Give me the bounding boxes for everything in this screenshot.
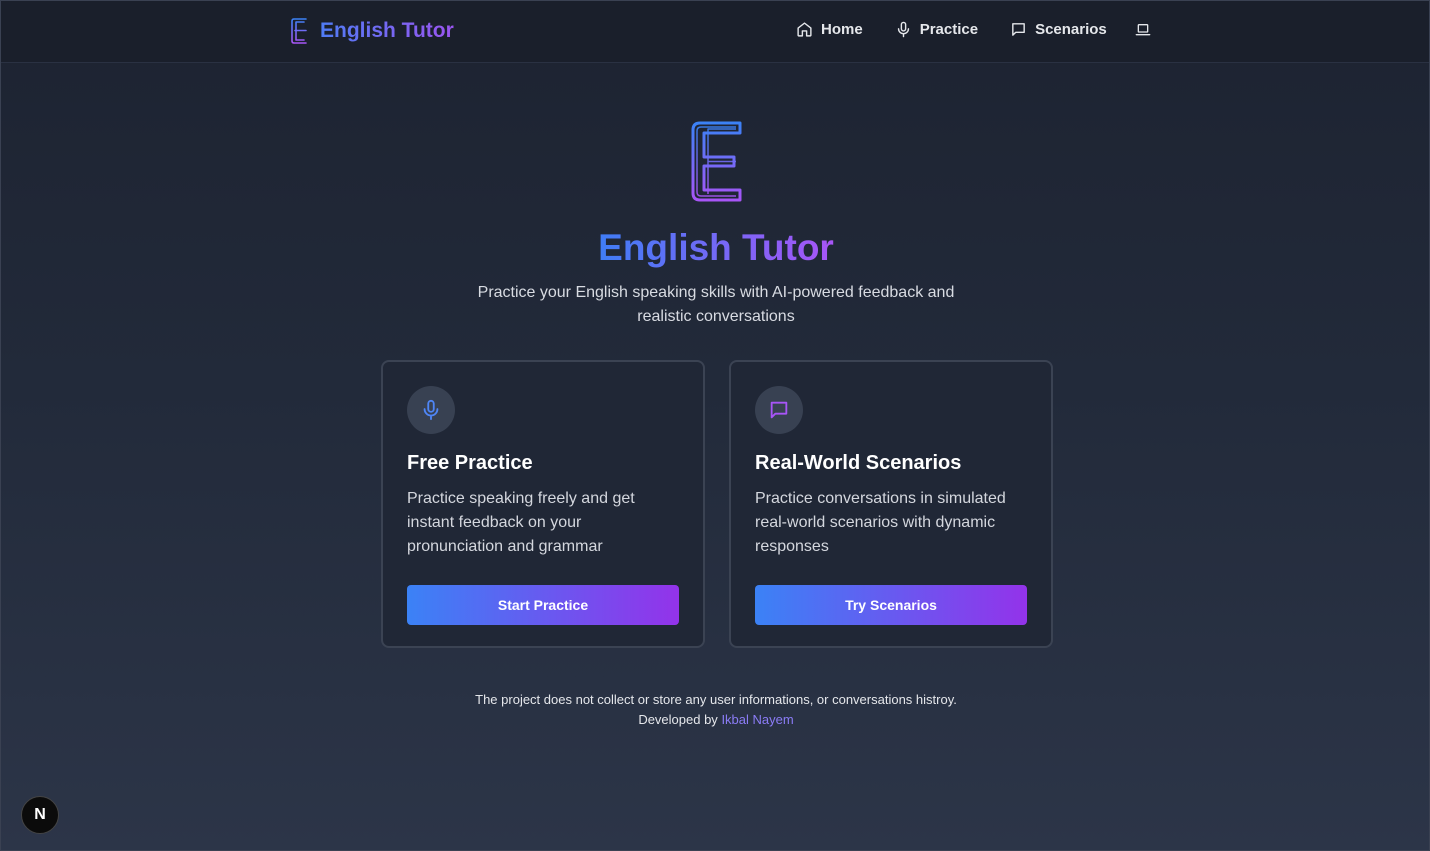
laptop-icon xyxy=(1135,23,1151,35)
card-icon-wrapper xyxy=(407,386,455,434)
home-icon xyxy=(797,22,812,37)
nav-home-link[interactable]: Home xyxy=(796,21,863,38)
hero-logo-icon xyxy=(691,121,742,202)
card-description: Practice conversations in simulated real… xyxy=(755,490,1006,555)
card-icon-wrapper xyxy=(755,386,803,434)
nav-home-label: Home xyxy=(821,21,863,38)
microphone-icon xyxy=(897,21,909,38)
brand-logo-icon xyxy=(291,18,307,44)
chat-bubble-icon xyxy=(770,401,788,419)
brand-link[interactable]: English Tutor xyxy=(290,17,454,45)
privacy-notice: The project does not collect or store an… xyxy=(475,692,957,707)
hero-title: English Tutor xyxy=(1,227,1430,269)
card-title: Real-World Scenarios xyxy=(755,452,962,474)
nav-scenarios-link[interactable]: Scenarios xyxy=(1010,21,1107,38)
top-navbar: English Tutor Home Practice Scenarios xyxy=(1,1,1429,63)
start-practice-button[interactable]: Start Practice xyxy=(407,585,679,625)
nav-links: Home Practice Scenarios xyxy=(796,21,1151,38)
chat-bubble-icon xyxy=(1012,23,1025,36)
card-title: Free Practice xyxy=(407,452,533,474)
hero-subtitle: Practice your English speaking skills wi… xyxy=(477,284,955,325)
footer: The project does not collect or store an… xyxy=(1,690,1430,730)
theme-toggle-button[interactable] xyxy=(1135,22,1151,38)
hero-title-text: English Tutor xyxy=(598,227,834,268)
developer-credit: Developed by Ikbal Nayem xyxy=(1,710,1430,730)
card-description: Practice speaking freely and get instant… xyxy=(407,490,635,555)
developed-by-label: Developed by xyxy=(638,712,718,727)
nav-practice-label: Practice xyxy=(919,21,979,38)
nav-practice-link[interactable]: Practice xyxy=(895,21,978,38)
real-world-scenarios-card: Real-World Scenarios Practice conversati… xyxy=(729,360,1053,648)
nav-scenarios-label: Scenarios xyxy=(1035,21,1107,38)
nextjs-dev-badge[interactable]: N xyxy=(21,796,59,834)
author-link[interactable]: Ikbal Nayem xyxy=(721,712,793,727)
microphone-icon xyxy=(423,399,439,421)
try-scenarios-button[interactable]: Try Scenarios xyxy=(755,585,1027,625)
brand-name: English Tutor xyxy=(320,19,454,42)
free-practice-card: Free Practice Practice speaking freely a… xyxy=(381,360,705,648)
